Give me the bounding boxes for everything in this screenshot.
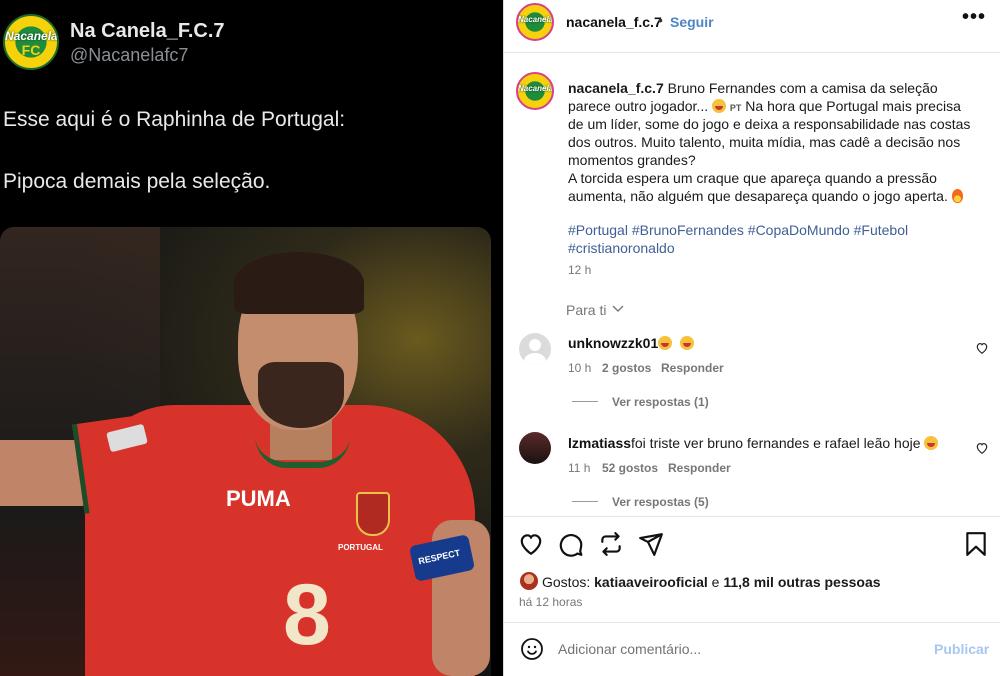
comment-like-heart-icon[interactable] <box>975 341 989 355</box>
view-replies-button[interactable]: Ver respostas (5) <box>612 495 709 509</box>
likes-user[interactable]: katiaaveirooficial <box>594 574 708 590</box>
laughing-emoji-icon <box>679 336 694 350</box>
tweet-display-name[interactable]: Na Canela_F.C.7 <box>70 20 225 43</box>
send-icon[interactable] <box>638 531 664 557</box>
caption-author-avatar[interactable]: Nacanela <box>516 72 554 110</box>
portugal-crest <box>356 492 390 536</box>
caption-timestamp: 12 h <box>568 263 592 277</box>
more-options-icon[interactable]: ••• <box>962 6 986 29</box>
player-hair <box>234 252 364 314</box>
comment-text <box>658 335 694 351</box>
caption-hashtags[interactable]: #Portugal #BrunoFernandes #CopaDoMundo #… <box>568 221 958 257</box>
post-age: há 12 horas <box>519 595 583 609</box>
publish-button[interactable]: Publicar <box>934 641 989 657</box>
caption-text-3: A torcida espera um craque que apareça q… <box>568 170 952 204</box>
comment-time: 10 h <box>568 361 592 375</box>
likes-summary: Gostos: katiaaveirooficial e 11,8 mil ou… <box>542 574 881 590</box>
tweet-text-line-2: Pipoca demais pela seleção. <box>3 170 271 193</box>
grimace-emoji-icon <box>712 99 726 113</box>
liker-avatar[interactable] <box>519 571 539 591</box>
jersey-number: 8 <box>283 567 331 663</box>
comment-likes[interactable]: 2 gostos <box>602 361 651 375</box>
tweet-avatar-logo-text: Nacanela <box>5 29 58 43</box>
comment-likes[interactable]: 52 gostos <box>602 461 658 475</box>
replies-divider <box>572 401 598 402</box>
comment-text: foi triste ver bruno fernandes e rafael … <box>631 435 939 451</box>
flag-pt-icon: PT <box>729 103 742 113</box>
post-author-avatar-text: Nacanela <box>518 15 554 24</box>
comment-username[interactable]: lzmatiass <box>568 435 631 451</box>
likes-prefix: Gostos: <box>542 574 595 590</box>
caption-username[interactable]: nacanela_f.c.7 <box>568 80 664 96</box>
player-beard <box>258 362 344 428</box>
post-author-avatar[interactable]: Nacanela <box>516 3 554 41</box>
header-separator: • <box>658 12 663 28</box>
comment-avatar[interactable] <box>519 333 551 365</box>
laughing-emoji-icon <box>658 336 672 350</box>
crest-text: PORTUGAL <box>338 543 383 552</box>
comment-avatar[interactable] <box>519 432 551 464</box>
chevron-down-icon <box>612 305 624 312</box>
comment-text-body: foi triste ver bruno fernandes e rafael … <box>631 435 921 451</box>
comment-username[interactable]: unknowzzk01 <box>568 335 658 351</box>
fire-emoji-icon <box>951 189 963 203</box>
likes-connector: e <box>707 574 724 590</box>
comment-sort-dropdown[interactable]: Para ti <box>566 302 624 318</box>
instagram-post-panel: Nacanela nacanela_f.c.7 • Seguir ••• Nac… <box>503 0 1000 676</box>
comment-time: 11 h <box>568 461 591 475</box>
tweet-handle[interactable]: @Nacanelafc7 <box>70 45 188 66</box>
tweet-text-line-1: Esse aqui é o Raphinha de Portugal: <box>3 108 346 131</box>
follow-button[interactable]: Seguir <box>670 14 714 30</box>
add-comment-input[interactable] <box>558 636 918 662</box>
likes-others[interactable]: 11,8 mil outras pessoas <box>723 574 880 590</box>
sort-label: Para ti <box>566 302 607 318</box>
tweet-avatar-logo-fc: FC <box>21 42 41 58</box>
caption-author-avatar-text: Nacanela <box>518 84 554 93</box>
tweet-panel: Nacanela FC Na Canela_F.C.7 @Nacanelafc7… <box>0 0 503 676</box>
heart-icon[interactable] <box>518 531 544 557</box>
jersey-brand-logo: PUMA <box>226 486 291 511</box>
tweet-avatar[interactable]: Nacanela FC <box>3 14 59 70</box>
reply-button[interactable]: Responder <box>668 461 731 475</box>
actions-divider <box>504 516 1000 517</box>
post-author-username[interactable]: nacanela_f.c.7 <box>566 14 662 30</box>
comment-like-heart-icon[interactable] <box>975 441 989 455</box>
add-comment-divider <box>504 622 1000 623</box>
view-replies-button[interactable]: Ver respostas (1) <box>612 395 709 409</box>
laughing-emoji-icon <box>924 436 939 450</box>
replies-divider <box>572 501 598 502</box>
share-icon[interactable] <box>598 531 624 557</box>
header-divider <box>504 52 1000 53</box>
bookmark-icon[interactable] <box>963 531 989 557</box>
emoji-icon[interactable] <box>520 637 544 661</box>
reply-button[interactable]: Responder <box>661 361 724 375</box>
post-caption: nacanela_f.c.7 Bruno Fernandes com a cam… <box>568 79 978 205</box>
comment-icon[interactable] <box>558 531 584 557</box>
